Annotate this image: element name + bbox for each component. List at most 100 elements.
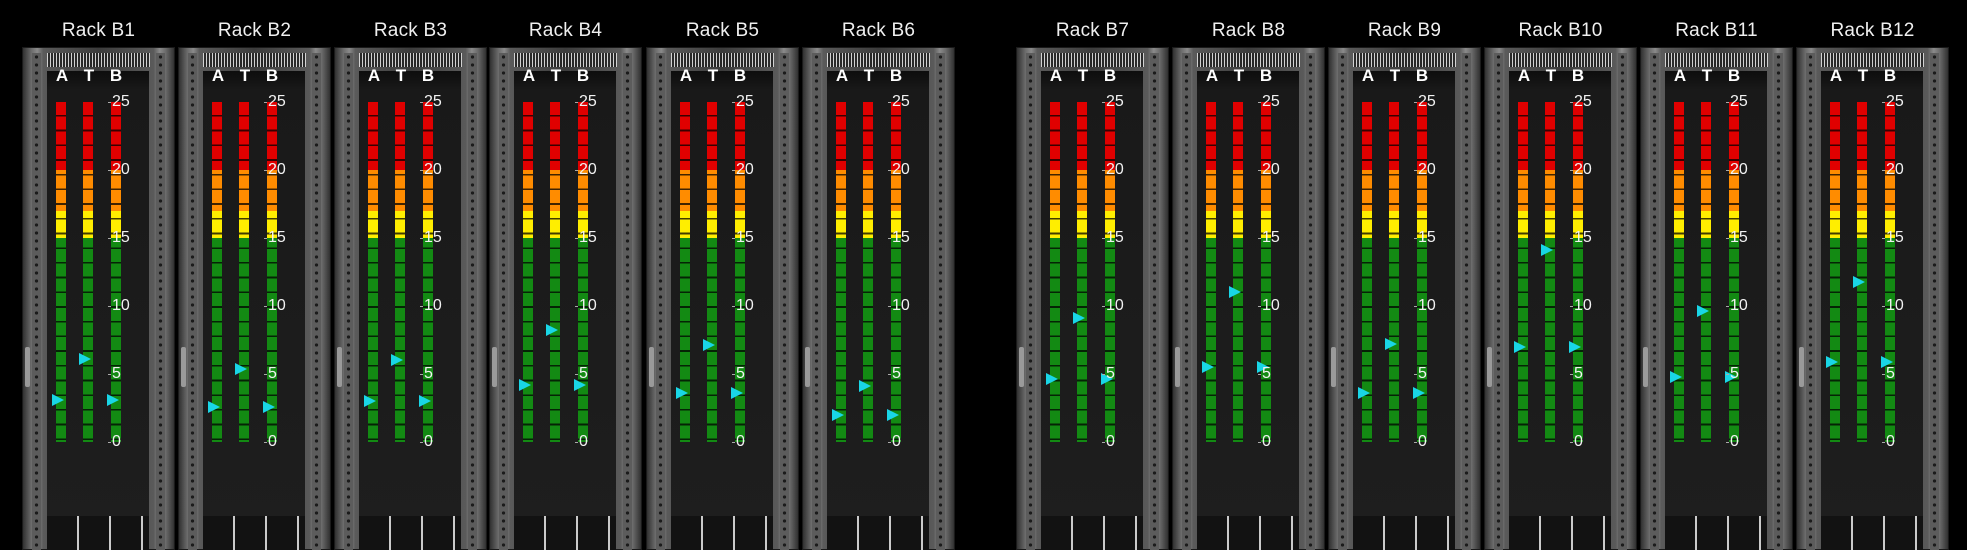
rack-label: Rack B7 [1055,20,1130,41]
perforation [1806,53,1815,550]
level-marker-a [1826,355,1838,368]
level-marker-t [1853,275,1865,288]
meter-bar-t [1077,102,1087,442]
column-label-b: B [1259,66,1273,85]
scale-label: 0 [736,433,745,450]
perforation [656,53,665,550]
rack-8[interactable]: Rack B8 A T B 25 20 15 10 5 0 [1171,0,1326,550]
scale-label: 10 [1574,297,1592,314]
scale-label: 0 [424,433,433,450]
column-label-b: B [265,66,279,85]
meter-scale: 25 20 15 10 5 0 [1882,94,1922,455]
scale-tick [1726,374,1729,375]
scale-tick [732,374,735,375]
door-handle [1487,347,1492,387]
scale-tick [1414,306,1417,307]
scale-label: 25 [1730,93,1748,110]
scale-label: 25 [579,93,597,110]
scale-label: 25 [112,93,130,110]
scale-tick [888,442,891,443]
perforation [188,53,197,550]
scale-label: 20 [1106,161,1124,178]
column-label-a: A [1205,66,1219,85]
meter-scale: 25 20 15 10 5 0 [888,94,928,455]
rack-label: Rack B5 [685,20,760,41]
scale-label: 0 [579,433,588,450]
scale-tick [420,442,423,443]
perforation [312,53,321,550]
meter-scale: 25 20 15 10 5 0 [732,93,772,455]
rack-12[interactable]: Rack B12 A T B 25 20 15 10 5 0 [1795,0,1950,550]
rack-9[interactable]: Rack B9 A T B 25 20 15 10 5 0 [1327,0,1482,550]
scale-label: 20 [1418,161,1436,178]
rack-cabinet [1640,47,1793,550]
scale-label: 20 [112,161,130,178]
scale-tick [732,442,735,443]
scale-tick [264,102,267,103]
scale-label: 0 [1574,433,1583,450]
column-label-a: A [1049,66,1063,85]
scale-label: 10 [1262,297,1280,314]
level-marker-t [391,354,403,367]
rack-cabinet [1172,47,1325,550]
rack-3[interactable]: Rack B3 A T B 25 20 15 10 5 0 [333,0,488,550]
rack-label: Rack B8 [1211,20,1286,41]
scale-tick [732,102,735,103]
column-label-t: T [239,66,251,85]
scale-tick [1570,170,1573,171]
door-handle [1799,347,1804,387]
top-vent [1821,53,1924,67]
scale-tick [732,238,735,239]
scale-label: 25 [736,93,754,110]
rack-5[interactable]: Rack B5 A T B 25 20 15 10 5 0 [645,0,800,550]
rack-feet [1197,516,1299,550]
scale-tick [420,374,423,375]
scale-label: 5 [1106,365,1115,382]
column-label-b: B [1571,66,1585,85]
scale-label: 15 [1730,229,1748,246]
scale-tick [1258,374,1261,375]
rack-2[interactable]: Rack B2 A T B 25 20 15 10 5 0 [177,0,332,550]
perforation [1774,53,1783,550]
rack-10[interactable]: Rack B10 A T B 25 20 15 10 5 0 [1483,0,1638,550]
door-handle [181,347,186,387]
rack-feet [203,516,305,550]
scale-label: 20 [579,161,597,178]
rack-label: Rack B6 [841,20,916,41]
rack-1[interactable]: Rack B1 A T B 25 20 15 10 5 0 [21,0,176,550]
scale-tick [1414,238,1417,239]
column-label-a: A [835,66,849,85]
rack-7[interactable]: Rack B7 A T B 25 20 15 10 5 0 [1015,0,1170,550]
meter-bar-t [1389,102,1399,442]
rack-11[interactable]: Rack B11 A T B 25 20 15 10 5 0 [1639,0,1794,550]
meter-scale: 25 20 15 10 5 0 [575,93,615,455]
scale-label: 5 [1730,365,1739,382]
level-marker-a [52,393,64,406]
rack-feet [1665,516,1767,550]
top-vent [827,53,930,67]
scale-tick [1882,306,1885,307]
scale-tick [575,102,578,103]
door-handle [1331,347,1336,387]
rack-4[interactable]: Rack B4 A T B 25 20 15 10 5 0 [488,0,643,550]
scale-label: 15 [112,229,130,246]
rack-cabinet [489,47,642,550]
scale-label: 10 [424,297,442,314]
scale-tick [108,170,111,171]
perforation [32,53,41,550]
perforation [1930,53,1939,550]
scale-label: 0 [1106,433,1115,450]
scale-tick [264,374,267,375]
scale-tick [1726,102,1729,103]
scale-label: 20 [1730,161,1748,178]
rack-feet [671,516,773,550]
perforation [1338,53,1347,550]
scale-label: 10 [1730,297,1748,314]
scale-label: 10 [579,297,597,314]
scale-tick [732,170,735,171]
level-marker-t [1541,244,1553,257]
rack-6[interactable]: Rack B6 A T B 25 20 15 10 5 0 [801,0,956,550]
meter-scale: 25 20 15 10 5 0 [420,94,460,455]
scale-label: 10 [1418,297,1436,314]
column-label-t: T [707,66,719,85]
